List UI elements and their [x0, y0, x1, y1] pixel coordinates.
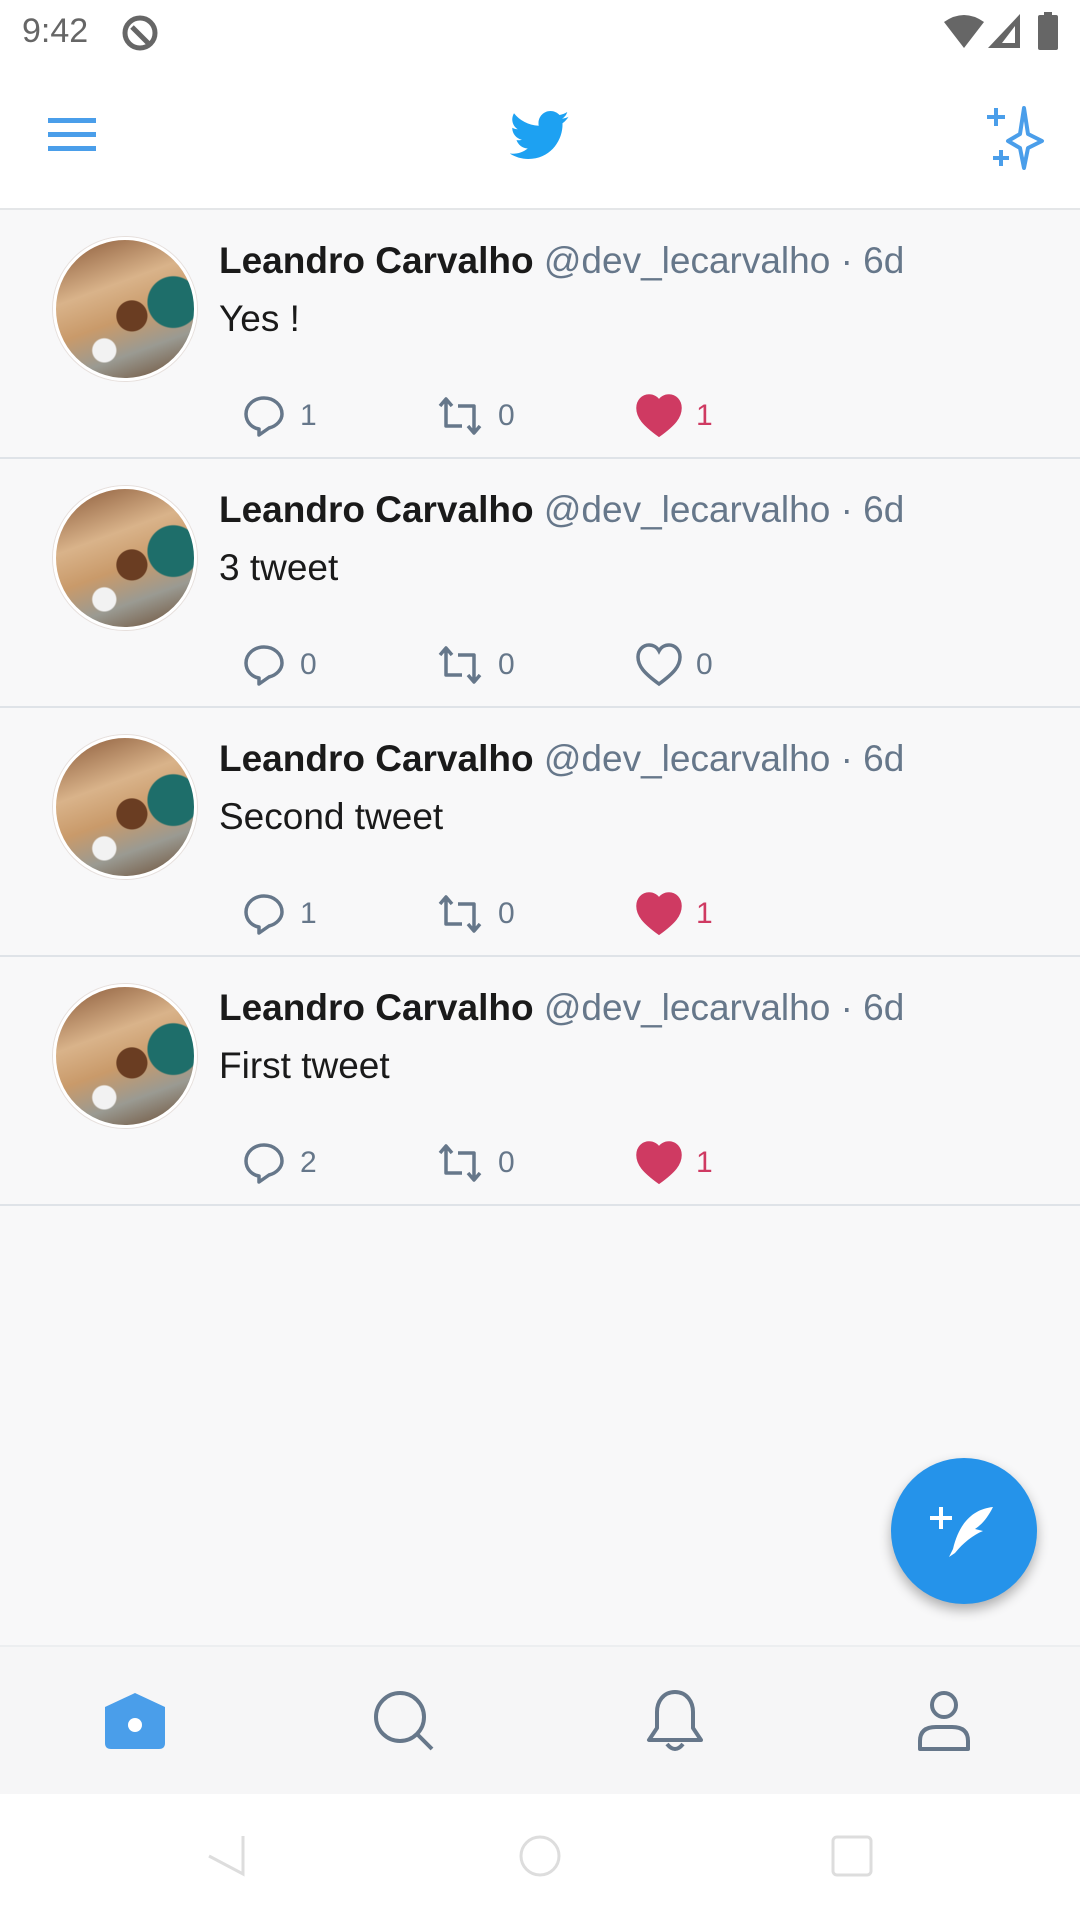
reply-button[interactable]: 2: [242, 1133, 317, 1193]
system-navigation-bar: [0, 1794, 1080, 1920]
retweet-button[interactable]: 0: [436, 1133, 515, 1193]
heart-icon: [636, 643, 682, 687]
retweet-icon: [438, 1144, 482, 1182]
like-count: 1: [696, 1146, 713, 1179]
retweet-button[interactable]: 0: [436, 386, 515, 446]
profile-icon: [918, 1691, 970, 1751]
twitter-bird-logo: [510, 111, 569, 159]
retweet-count: 0: [498, 897, 515, 930]
retweet-icon: [438, 397, 482, 435]
tweet-item[interactable]: Leandro Carvalho @dev_lecarvalho · 6d Ye…: [0, 210, 1080, 459]
like-count: 1: [696, 897, 713, 930]
reply-button[interactable]: 1: [242, 386, 317, 446]
avatar[interactable]: [53, 984, 197, 1128]
like-button[interactable]: 1: [636, 1133, 713, 1193]
bottom-navigation: [0, 1645, 1080, 1794]
author-name: Leandro Carvalho: [219, 489, 534, 530]
menu-icon[interactable]: [48, 116, 98, 152]
like-button[interactable]: 1: [636, 386, 713, 446]
tweet-text: Yes !: [219, 298, 300, 339]
retweet-icon: [438, 895, 482, 933]
wifi-icon: [944, 15, 984, 48]
avatar[interactable]: [53, 237, 197, 381]
retweet-count: 0: [498, 1146, 515, 1179]
heart-icon: [636, 1141, 682, 1185]
tweet-text: Second tweet: [219, 796, 444, 837]
heart-icon: [636, 892, 682, 936]
nav-profile[interactable]: [906, 1683, 982, 1759]
avatar[interactable]: [53, 735, 197, 879]
status-time: 9:42: [22, 12, 89, 50]
retweet-icon: [438, 646, 482, 684]
author-name: Leandro Carvalho: [219, 987, 534, 1028]
nav-search[interactable]: [366, 1683, 442, 1759]
reply-icon: [244, 396, 284, 437]
signal-icon: [988, 14, 1020, 48]
tweet-item[interactable]: Leandro Carvalho @dev_lecarvalho · 6d Fi…: [0, 957, 1080, 1206]
like-count: 0: [696, 648, 713, 681]
reply-icon: [244, 894, 284, 935]
author-handle: @dev_lecarvalho · 6d: [543, 987, 905, 1028]
author-handle: @dev_lecarvalho · 6d: [543, 738, 905, 779]
nav-notifications[interactable]: [637, 1683, 713, 1759]
tweet-item[interactable]: Leandro Carvalho @dev_lecarvalho · 6d 3 …: [0, 459, 1080, 708]
top-app-bar: [0, 64, 1080, 210]
reply-count: 1: [300, 897, 317, 930]
heart-icon: [636, 394, 682, 438]
compose-tweet-button[interactable]: [891, 1458, 1037, 1604]
do-not-disturb-icon: [122, 15, 158, 51]
author-handle: @dev_lecarvalho · 6d: [543, 240, 905, 281]
author-name: Leandro Carvalho: [219, 240, 534, 281]
reply-button[interactable]: 1: [242, 884, 317, 944]
retweet-count: 0: [498, 399, 515, 432]
reply-count: 1: [300, 399, 317, 432]
author-handle: @dev_lecarvalho · 6d: [543, 489, 905, 530]
back-button[interactable]: [205, 1834, 245, 1878]
reply-count: 0: [300, 648, 317, 681]
like-button[interactable]: 1: [636, 884, 713, 944]
reply-icon: [244, 645, 284, 686]
search-icon: [374, 1691, 434, 1751]
home-icon: [105, 1693, 165, 1749]
avatar[interactable]: [53, 486, 197, 630]
author-name: Leandro Carvalho: [219, 738, 534, 779]
tweet-feed: Leandro Carvalho @dev_lecarvalho · 6d Ye…: [0, 210, 1080, 1206]
tweet-text: First tweet: [219, 1045, 390, 1086]
bell-icon: [647, 1690, 703, 1751]
battery-icon: [1038, 12, 1058, 50]
retweet-button[interactable]: 0: [436, 884, 515, 944]
reply-button[interactable]: 0: [242, 635, 317, 695]
nav-home[interactable]: [97, 1683, 173, 1759]
retweet-button[interactable]: 0: [436, 635, 515, 695]
compose-tweet-icon: [930, 1507, 993, 1557]
sparkle-icon[interactable]: [984, 104, 1050, 170]
tweet-item[interactable]: Leandro Carvalho @dev_lecarvalho · 6d Se…: [0, 708, 1080, 957]
like-count: 1: [696, 399, 713, 432]
like-button[interactable]: 0: [636, 635, 713, 695]
reply-count: 2: [300, 1146, 317, 1179]
tweet-text: 3 tweet: [219, 547, 339, 588]
status-bar: 9:42: [0, 0, 1080, 64]
retweet-count: 0: [498, 648, 515, 681]
recents-button[interactable]: [830, 1834, 874, 1878]
home-button[interactable]: [518, 1834, 562, 1878]
reply-icon: [244, 1143, 284, 1184]
